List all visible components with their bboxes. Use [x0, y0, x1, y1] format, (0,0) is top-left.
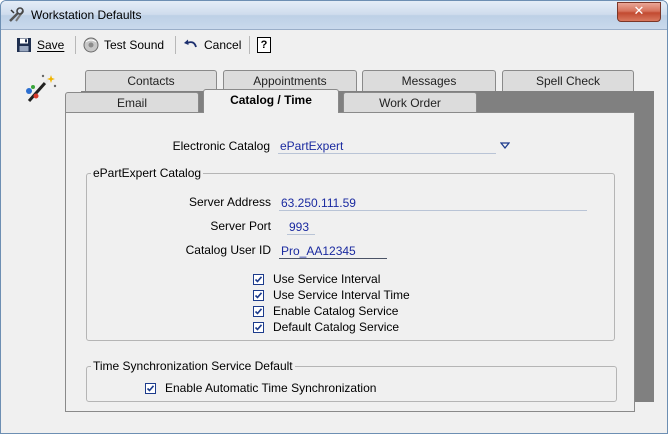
- time-sync-group: Time Synchronization Service Default Ena…: [86, 359, 617, 402]
- cancel-button[interactable]: Cancel: [183, 35, 241, 55]
- checkbox-label: Default Catalog Service: [273, 320, 400, 334]
- cancel-label: Cancel: [204, 38, 242, 52]
- checkbox-label: Enable Catalog Service: [273, 304, 399, 318]
- checkbox[interactable]: [253, 273, 264, 285]
- test-sound-button[interactable]: Test Sound: [83, 35, 164, 55]
- checkbox[interactable]: [253, 305, 264, 317]
- dropdown-arrow-icon[interactable]: [500, 142, 510, 150]
- title-bar[interactable]: Workstation Defaults ✕: [1, 1, 667, 30]
- checkmark-icon: [146, 384, 155, 392]
- workstation-defaults-window: Workstation Defaults ✕ Save Test Sound C…: [0, 0, 668, 434]
- epartexpert-catalog-group-title: ePartExpert Catalog: [91, 166, 204, 180]
- floppy-disk-icon: [17, 38, 31, 52]
- tab-catalog-time[interactable]: Catalog / Time: [203, 89, 339, 113]
- checkmark-icon: [254, 323, 263, 331]
- window-title: Workstation Defaults: [31, 8, 142, 22]
- catalog-time-panel: Electronic Catalog ePartExpert ePartExpe…: [65, 112, 635, 412]
- wrench-tools-icon: [9, 7, 24, 22]
- checkmark-icon: [254, 307, 263, 315]
- checkbox-label: Enable Automatic Time Synchronization: [165, 381, 377, 395]
- toolbar: Save Test Sound Cancel ?: [1, 30, 667, 60]
- undo-arrow-icon: [184, 39, 197, 48]
- sound-disc-icon: [83, 37, 99, 53]
- test-sound-label: Test Sound: [104, 38, 165, 52]
- close-icon: ✕: [633, 4, 645, 19]
- use-service-interval-option[interactable]: Use Service Interval: [253, 272, 380, 286]
- magic-wand-icon: [26, 74, 57, 102]
- server-port-label: Server Port: [210, 219, 271, 233]
- enable-time-sync-option[interactable]: Enable Automatic Time Synchronization: [145, 381, 376, 395]
- epartexpert-catalog-group: ePartExpert Catalog Server Address 63.25…: [86, 166, 615, 341]
- tab-messages[interactable]: Messages: [362, 70, 496, 91]
- use-service-interval-time-option[interactable]: Use Service Interval Time: [253, 288, 410, 302]
- tab-email[interactable]: Email: [65, 92, 199, 113]
- tab-work-order[interactable]: Work Order: [343, 92, 477, 113]
- checkbox-label: Use Service Interval Time: [273, 288, 410, 302]
- electronic-catalog-select[interactable]: ePartExpert: [278, 139, 496, 154]
- default-catalog-service-option[interactable]: Default Catalog Service: [253, 320, 399, 334]
- tab-spell-check[interactable]: Spell Check: [502, 70, 634, 91]
- enable-catalog-service-option[interactable]: Enable Catalog Service: [253, 304, 398, 318]
- checkbox[interactable]: [253, 321, 264, 333]
- checkmark-icon: [254, 275, 263, 283]
- checkmark-icon: [254, 291, 263, 299]
- tab-appointments[interactable]: Appointments: [223, 70, 357, 91]
- server-address-label: Server Address: [188, 195, 271, 209]
- server-address-field[interactable]: 63.250.111.59: [279, 196, 587, 211]
- catalog-user-id-label: Catalog User ID: [185, 243, 271, 257]
- electronic-catalog-label: Electronic Catalog: [172, 139, 270, 153]
- save-button[interactable]: Save: [16, 35, 64, 55]
- checkbox[interactable]: [145, 382, 156, 394]
- help-button[interactable]: ?: [257, 35, 271, 55]
- toolbar-separator: [175, 36, 176, 54]
- server-port-field[interactable]: 993: [287, 220, 315, 235]
- tab-contacts[interactable]: Contacts: [85, 70, 217, 91]
- checkbox-label: Use Service Interval: [273, 272, 381, 286]
- toolbar-separator: [249, 36, 250, 54]
- time-sync-group-title: Time Synchronization Service Default: [91, 359, 295, 373]
- help-icon: ?: [257, 37, 271, 53]
- catalog-user-id-field[interactable]: Pro_AA12345: [279, 244, 387, 259]
- checkbox[interactable]: [253, 289, 264, 301]
- close-button[interactable]: ✕: [617, 2, 661, 22]
- toolbar-separator: [75, 36, 76, 54]
- save-label: Save: [37, 38, 65, 52]
